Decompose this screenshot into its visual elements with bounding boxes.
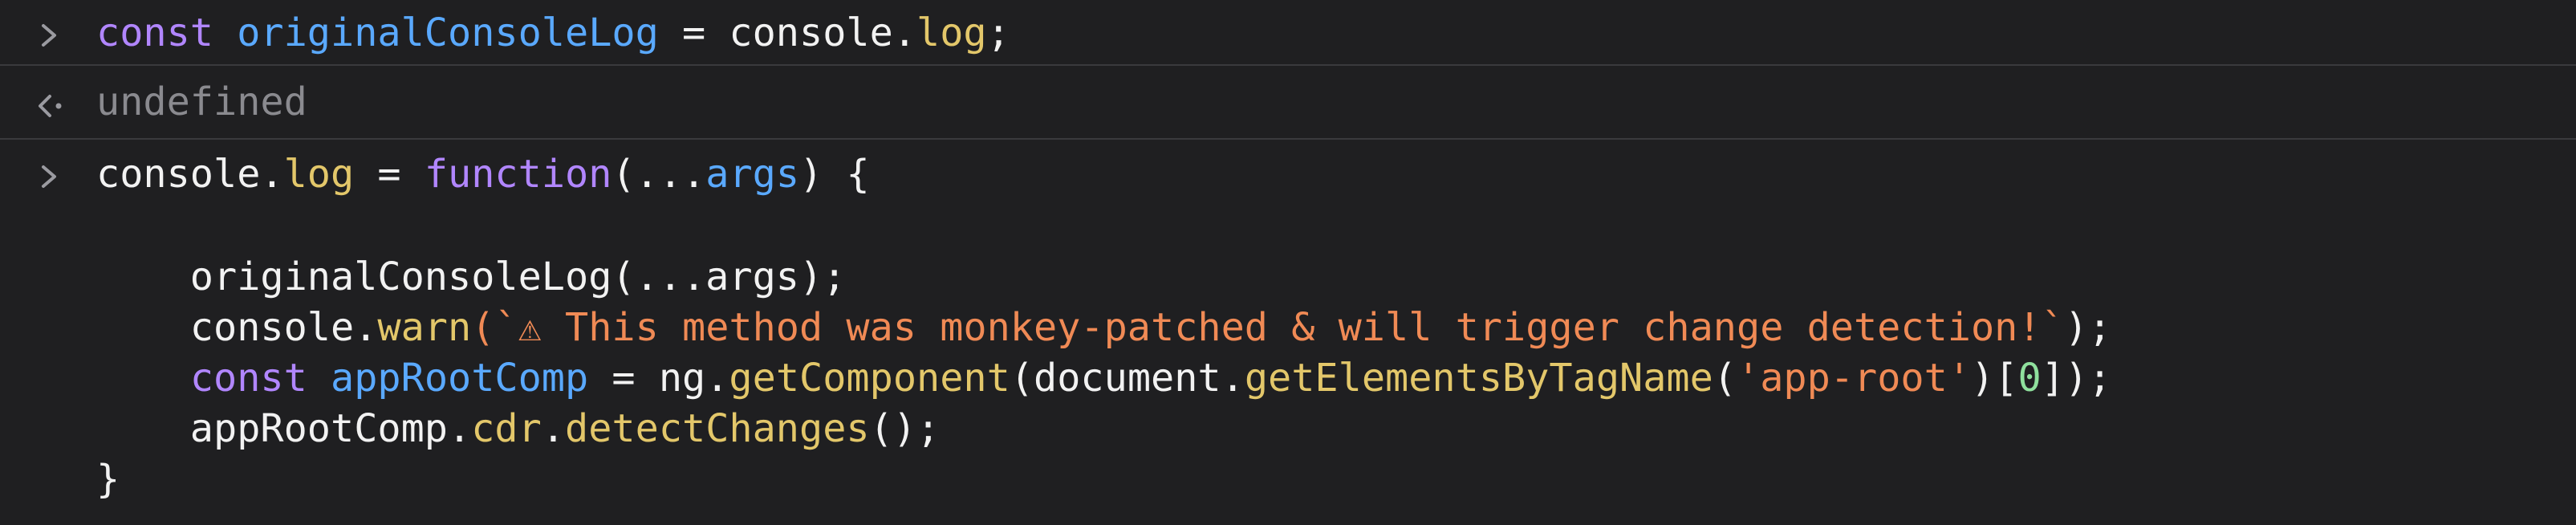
code-token: getComponent [729,356,1010,401]
code-token: warn [377,305,472,350]
code-token: console. [96,305,378,350]
code-line: console.log = function(...args) { [96,149,870,199]
code-token: = ng. [588,356,729,401]
console-result-entry: undefined [0,66,2576,138]
return-arrow-icon [34,87,66,119]
code-token: log [283,152,355,197]
code-token: 'app-root' [1737,356,1972,401]
code-token: function [424,152,612,197]
code-token: getElementsByTagName [1244,356,1713,401]
code-line: const appRootComp = ng.getComponent(docu… [96,353,2111,403]
code-token: log [916,10,987,55]
code-token: 0 [2017,356,2042,401]
console-input-entry[interactable]: console.log = function(...args) { origin… [0,140,2576,525]
code-token: (... [611,152,706,197]
code-token: detectChanges [565,406,870,451]
code-token: ; [986,10,1010,55]
code-token: ( [1713,356,1737,401]
code-token: (); [869,406,941,451]
code-token: . [541,406,566,451]
code-token: ]); [2041,356,2112,401]
code-token: } [96,457,120,502]
result-value: undefined [96,79,307,124]
code-line: originalConsoleLog(...args); [96,252,847,302]
code-line: appRootComp.cdr.detectChanges(); [96,404,940,454]
code-token: originalConsoleLog [237,10,659,55]
code-token: = console. [658,10,916,55]
code-token: ) { [799,152,870,197]
chevron-right-icon [34,157,66,189]
code-token: ); [2064,305,2112,350]
devtools-console: const originalConsoleLog = console.log; … [0,0,2576,525]
code-token: originalConsoleLog(...args); [96,254,847,299]
code-token: args [705,152,800,197]
console-input-entry[interactable]: const originalConsoleLog = console.log; [0,5,2576,64]
code-line: } [96,454,120,504]
code-line: const originalConsoleLog = console.log; [96,8,1010,58]
code-line: console.warn(`⚠ This method was monkey-p… [96,303,2111,352]
code-token: appRootComp [331,356,589,401]
code-token: (`⚠ This method was monkey-patched & wil… [471,305,2065,350]
code-token: const [96,10,238,55]
code-token: )[ [1971,356,2018,401]
chevron-right-icon [34,16,66,48]
code-token: = [354,152,425,197]
code-token: cdr [471,406,542,451]
code-token: const [189,356,331,401]
code-token: console. [96,152,284,197]
code-token: appRootComp. [96,406,472,451]
code-token: (document. [1010,356,1245,401]
